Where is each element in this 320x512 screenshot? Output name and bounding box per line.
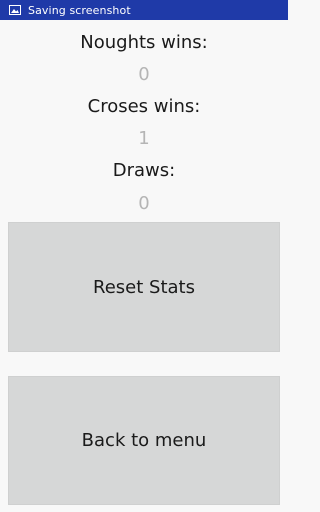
notification-text: Saving screenshot bbox=[28, 3, 131, 17]
image-icon bbox=[9, 5, 21, 15]
back-to-menu-label: Back to menu bbox=[81, 430, 207, 451]
reset-stats-label: Reset Stats bbox=[93, 276, 195, 298]
noughts-wins-value: 0 bbox=[138, 64, 150, 85]
noughts-wins-label: Noughts wins: bbox=[80, 32, 208, 53]
reset-stats-button[interactable]: Reset Stats bbox=[8, 222, 280, 352]
crosses-wins-value: 1 bbox=[138, 128, 150, 149]
back-to-menu-button[interactable]: Back to menu bbox=[8, 376, 280, 505]
crosses-wins-label: Croses wins: bbox=[87, 96, 201, 117]
draws-value: 0 bbox=[138, 193, 150, 214]
status-bar: Saving screenshot bbox=[0, 0, 288, 20]
draws-label: Draws: bbox=[112, 160, 176, 181]
